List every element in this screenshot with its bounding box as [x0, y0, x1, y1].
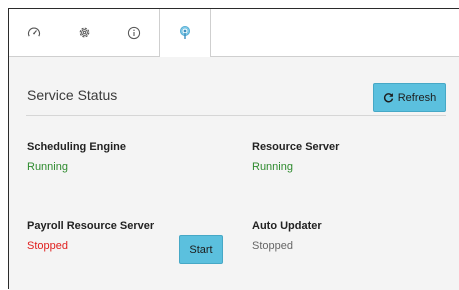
- start-button[interactable]: Start: [179, 235, 223, 264]
- service-name: Scheduling Engine: [27, 141, 127, 153]
- service-status: Stopped: [27, 240, 68, 252]
- info-icon: [127, 26, 141, 39]
- service-status-panel: Service Status Refresh Scheduling Engine…: [9, 57, 459, 290]
- service-status: Stopped: [252, 240, 293, 252]
- gear-icon: [79, 27, 89, 38]
- refresh-button[interactable]: Refresh: [373, 83, 446, 112]
- refresh-icon: [383, 93, 393, 103]
- status-window: Service Status Refresh Scheduling Engine…: [8, 8, 459, 290]
- divider: [26, 115, 446, 116]
- service-status: Running: [27, 161, 68, 173]
- tab-service-status[interactable]: [159, 9, 211, 57]
- service-name: Payroll Resource Server: [27, 220, 155, 232]
- tab-info[interactable]: [109, 9, 159, 56]
- broadcast-icon: [180, 26, 190, 39]
- refresh-button-label: Refresh: [397, 91, 437, 104]
- gauge-icon: [28, 26, 40, 36]
- tab-dashboard[interactable]: [9, 9, 59, 56]
- service-name: Auto Updater: [252, 220, 322, 232]
- tab-settings[interactable]: [59, 9, 109, 56]
- panel-title: Service Status: [27, 87, 118, 103]
- service-name: Resource Server: [252, 141, 340, 153]
- service-status: Running: [252, 161, 293, 173]
- tab-bar: [9, 9, 459, 57]
